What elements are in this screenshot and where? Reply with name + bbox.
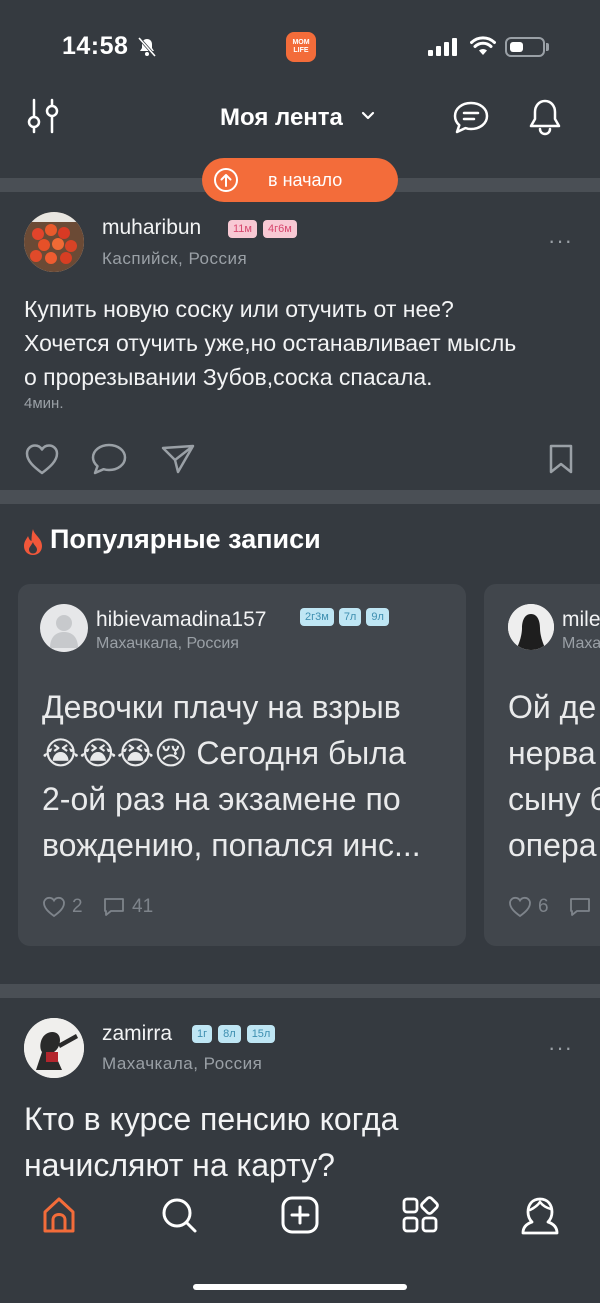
child-age-badge: 4г6м [262, 220, 297, 238]
card-text-line: 😭😭😭😢 Сегодня была [42, 735, 406, 771]
avatar-image [508, 604, 554, 650]
card-text-line: Девочки плачу на взрыв [42, 689, 401, 725]
card-text-line: вождению, попался инс... [42, 827, 421, 863]
avatar[interactable] [508, 604, 554, 650]
notifications-bell-icon[interactable] [528, 98, 562, 136]
post-text-line: начисляют на карту? [24, 1147, 335, 1183]
scroll-to-top-button[interactable]: в начало [202, 158, 398, 202]
chevron-down-icon[interactable] [360, 108, 376, 124]
age-badges: 2г3м 7л 9л [300, 608, 389, 626]
heart-icon[interactable] [24, 443, 60, 475]
avatar-image [24, 212, 84, 272]
user-silhouette-icon [50, 615, 78, 648]
wifi-icon [470, 36, 496, 55]
scroll-to-top-label: в начало [268, 169, 343, 190]
share-icon[interactable] [160, 443, 196, 475]
card-text-line: Ой де [508, 689, 597, 725]
separator [0, 984, 600, 998]
card-body: Девочки плачу на взрыв 😭😭😭😢 Сегодня была… [42, 684, 452, 868]
post-location: Каспийск, Россия [102, 249, 248, 268]
home-indicator [193, 1284, 407, 1290]
popular-post-card[interactable]: hibievamadina157 2г3м 7л 9л Махачкала, Р… [18, 584, 466, 946]
post-text-line: Хочется отучить уже,но останавливает мыс… [24, 330, 517, 356]
child-age-badge: 9л [366, 608, 389, 626]
card-location: Махачкала, Россия [96, 635, 239, 652]
bookmark-icon[interactable] [546, 443, 576, 475]
post-location: Махачкала, Россия [102, 1054, 263, 1073]
bell-off-icon [137, 37, 157, 57]
likes-value: 2 [72, 896, 83, 917]
child-age-badge: 8л [218, 1025, 241, 1043]
card-location: Маха [562, 635, 600, 652]
age-badges: 11м 4г6м [228, 220, 297, 238]
arrow-up-icon [214, 168, 238, 192]
likes-count: 2 [42, 896, 83, 918]
child-age-badge: 11м [228, 220, 257, 238]
post-body[interactable]: Купить новую соску или отучить от нее? Х… [24, 292, 584, 394]
separator [0, 490, 600, 504]
add-post-icon[interactable] [281, 1196, 319, 1234]
post-body[interactable]: Кто в курсе пенсию когда начисляют на ка… [24, 1096, 584, 1188]
comments-value: 41 [132, 896, 154, 917]
fire-icon [24, 529, 42, 555]
avatar[interactable] [24, 212, 84, 272]
comment-icon [104, 898, 124, 916]
post-text-line: Кто в курсе пенсию когда [24, 1101, 399, 1137]
child-age-badge: 7л [338, 608, 362, 626]
profile-icon[interactable] [520, 1196, 560, 1236]
child-age-badge: 15л [246, 1025, 276, 1043]
filter-icon[interactable] [26, 98, 60, 134]
home-icon[interactable] [41, 1196, 77, 1234]
post-timestamp: 4мин. [24, 395, 64, 412]
likes-count: 6 [508, 896, 549, 918]
age-badges: 1г 8л 15л [192, 1025, 276, 1043]
child-age-badge: 1г [192, 1025, 213, 1043]
chat-icon[interactable] [452, 100, 490, 136]
search-icon[interactable] [160, 1196, 198, 1234]
comment-icon [570, 898, 590, 916]
post-username[interactable]: muharibun [102, 216, 201, 240]
avatar-placeholder[interactable] [40, 604, 88, 652]
card-text-line: опера [508, 827, 597, 863]
likes-value: 6 [538, 896, 549, 917]
app-logo: MOM LIFE [286, 32, 316, 62]
status-time: 14:58 [62, 32, 129, 60]
avatar-image [24, 1018, 84, 1078]
heart-icon [509, 896, 531, 918]
card-text-line: нерва [508, 735, 596, 771]
comment-icon[interactable] [90, 442, 128, 476]
popular-post-card[interactable]: mile Маха Ой де нерва сыну б опера 6 [484, 584, 600, 946]
comments-count: 41 [102, 896, 153, 918]
post-text-line: Купить новую соску или отучить от нее? [24, 296, 454, 322]
post-username[interactable]: zamirra [102, 1022, 172, 1046]
feed-title[interactable]: Моя лента [220, 104, 343, 132]
avatar[interactable] [24, 1018, 84, 1078]
more-options-button[interactable]: ··· [548, 228, 573, 254]
card-username[interactable]: mile [562, 608, 600, 632]
post-text-line: о прорезывании Зубов,соска спасала. [24, 364, 433, 390]
heart-icon [43, 896, 65, 918]
battery-tip [546, 43, 549, 51]
popular-section-title: Популярные записи [50, 524, 321, 554]
child-age-badge: 2г3м [300, 608, 334, 626]
card-text-line: сыну б [508, 781, 600, 817]
cellular-signal-icon [428, 38, 457, 56]
comments-count [568, 896, 592, 918]
card-text-line: 2-ой раз на экзамене по [42, 781, 401, 817]
services-grid-icon[interactable] [401, 1196, 439, 1234]
card-username[interactable]: hibievamadina157 [96, 608, 266, 632]
more-options-button[interactable]: ··· [548, 1035, 573, 1061]
battery-icon [505, 37, 545, 57]
card-body: Ой де нерва сыну б опера [508, 684, 600, 868]
